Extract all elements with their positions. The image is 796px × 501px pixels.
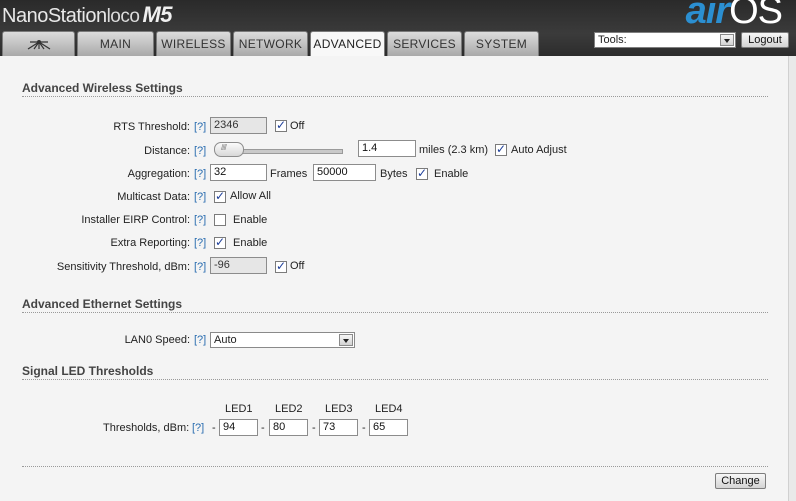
tools-select[interactable]: Tools: (594, 32, 736, 48)
rts-off-checkbox[interactable] (275, 118, 287, 132)
product-logo: NanoStationloco M5 (2, 2, 172, 28)
distance-help-link[interactable]: [?] (194, 145, 206, 157)
eirp-help-link[interactable]: [?] (194, 214, 206, 226)
section-title-led: Signal LED Thresholds (22, 364, 154, 378)
led4-sign: - (362, 422, 366, 434)
aggregation-enable-checkbox[interactable] (416, 166, 428, 180)
bytes-label: Bytes (380, 168, 408, 180)
led3-threshold-input[interactable]: 73 (319, 419, 358, 436)
airos-logo-air: air (685, 0, 730, 32)
thresholds-label: Thresholds, dBm: (103, 422, 190, 434)
chevron-down-icon[interactable] (720, 34, 734, 46)
led3-header: LED3 (325, 403, 353, 415)
rts-help-link[interactable]: [?] (194, 121, 206, 133)
distance-input[interactable]: 1.4 (358, 140, 416, 157)
lan0-speed-label: LAN0 Speed: (124, 334, 190, 346)
form-bottom-divider (22, 466, 768, 467)
brand-suffix: M5 (142, 2, 172, 27)
led1-sign: - (212, 422, 216, 434)
sensitivity-off-label: Off (290, 260, 305, 272)
multicast-allow-all-label: Allow All (230, 190, 271, 202)
rts-threshold-label: RTS Threshold: (113, 121, 190, 133)
section-title-wireless: Advanced Wireless Settings (22, 81, 183, 95)
eirp-control-label: Installer EIRP Control: (81, 214, 190, 226)
airos-logo-os: OS (729, 0, 783, 32)
rts-off-label: Off (290, 120, 305, 132)
chevron-down-icon[interactable] (339, 334, 353, 346)
tab-advanced[interactable]: ADVANCED (310, 31, 385, 57)
section-divider (22, 312, 768, 313)
led2-sign: - (261, 422, 265, 434)
sensitivity-threshold-input[interactable]: -96 (210, 257, 267, 274)
extra-reporting-checkbox[interactable] (214, 235, 226, 249)
tab-network[interactable]: NETWORK (233, 31, 308, 56)
thresholds-help-link[interactable]: [?] (192, 422, 204, 434)
distance-label: Distance: (144, 145, 190, 157)
tab-main[interactable]: MAIN (77, 31, 154, 56)
led2-header: LED2 (275, 403, 303, 415)
aggregation-help-link[interactable]: [?] (194, 168, 206, 180)
lan0-help-link[interactable]: [?] (194, 334, 206, 346)
led1-threshold-input[interactable]: 94 (219, 419, 258, 436)
distance-slider-handle[interactable] (214, 142, 244, 157)
tab-ubiquiti-logo[interactable] (2, 31, 75, 56)
lan0-speed-select[interactable]: Auto (210, 332, 355, 348)
led1-header: LED1 (225, 403, 253, 415)
brand-model: loco (106, 6, 140, 27)
header-bar: NanoStationloco M5 airOS MAIN WIRELESS NE… (0, 0, 796, 57)
airos-logo: airOS (685, 0, 783, 33)
aggregation-label: Aggregation: (127, 168, 190, 180)
extra-reporting-label: Extra Reporting: (110, 237, 190, 249)
sensitivity-threshold-label: Sensitivity Threshold, dBm: (56, 261, 190, 273)
tab-system[interactable]: SYSTEM (464, 31, 539, 56)
multicast-help-link[interactable]: [?] (194, 191, 206, 203)
multicast-allow-all-checkbox[interactable] (214, 189, 226, 203)
rts-threshold-input[interactable]: 2346 (210, 117, 267, 134)
section-divider (22, 379, 768, 380)
led4-header: LED4 (375, 403, 403, 415)
extra-reporting-enable-label: Enable (233, 237, 268, 249)
aggregation-bytes-input[interactable]: 50000 (313, 164, 376, 181)
sensitivity-help-link[interactable]: [?] (194, 261, 206, 273)
logout-button[interactable]: Logout (741, 32, 789, 48)
auto-adjust-label: Auto Adjust (511, 144, 567, 156)
lan0-speed-value: Auto (214, 334, 237, 346)
tab-wireless[interactable]: WIRELESS (156, 31, 231, 56)
tools-select-label: Tools: (598, 34, 627, 46)
led3-sign: - (312, 422, 316, 434)
frames-label: Frames (270, 168, 308, 180)
section-title-ethernet: Advanced Ethernet Settings (22, 297, 183, 311)
extra-reporting-help-link[interactable]: [?] (194, 237, 206, 249)
distance-units: miles (2.3 km) (419, 144, 489, 156)
change-button[interactable]: Change (715, 473, 766, 489)
page-scrollbar[interactable] (788, 56, 796, 501)
brand-name: NanoStation (2, 5, 107, 27)
auto-adjust-checkbox[interactable] (495, 142, 507, 156)
sensitivity-off-checkbox[interactable] (275, 259, 287, 273)
tab-services[interactable]: SERVICES (387, 31, 462, 56)
section-divider (22, 96, 768, 97)
led4-threshold-input[interactable]: 65 (369, 419, 408, 436)
aggregation-frames-input[interactable]: 32 (210, 164, 267, 181)
multicast-label: Multicast Data: (117, 191, 190, 203)
eirp-enable-label: Enable (233, 214, 268, 226)
aggregation-enable-label: Enable (434, 168, 469, 180)
eirp-enable-checkbox[interactable] (214, 214, 226, 226)
ubiquiti-logo-icon (27, 40, 50, 50)
led2-threshold-input[interactable]: 80 (269, 419, 308, 436)
